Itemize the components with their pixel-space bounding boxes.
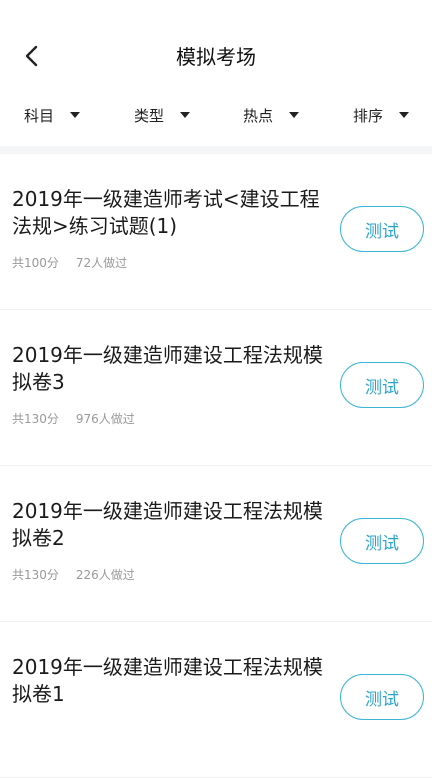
filter-label: 排序 — [353, 106, 384, 125]
page-title: 模拟考场 — [176, 45, 256, 69]
caret-down-icon — [399, 112, 410, 118]
exam-title: 2019年一级建造师建设工程法规模拟卷3 — [12, 343, 323, 394]
filter-label: 类型 — [134, 106, 165, 125]
section-divider — [0, 146, 432, 154]
filter-label: 热点 — [243, 106, 274, 125]
exam-item[interactable]: 2019年一级建造师建设工程法规模拟卷2 共130分 226人做过 测试 — [0, 466, 432, 622]
filter-type[interactable]: 类型 — [134, 100, 191, 130]
exam-item[interactable]: 2019年一级建造师考试<建设工程法规>练习试题(1) 共100分 72人做过 … — [0, 154, 432, 310]
exam-meta: 共130分 976人做过 — [12, 410, 135, 427]
test-button[interactable]: 测试 — [340, 206, 424, 252]
caret-down-icon — [180, 112, 191, 118]
test-button[interactable]: 测试 — [340, 362, 424, 408]
test-button[interactable]: 测试 — [340, 674, 424, 720]
caret-down-icon — [289, 112, 300, 118]
filter-label: 科目 — [24, 106, 55, 125]
exam-meta: 共130分 226人做过 — [12, 566, 135, 583]
exam-taken-count: 226人做过 — [75, 568, 135, 582]
test-button[interactable]: 测试 — [340, 518, 424, 564]
filter-bar: 科目 类型 热点 排序 — [0, 100, 432, 130]
exam-item[interactable]: 2019年一级建造师建设工程法规模拟卷1 测试 — [0, 622, 432, 778]
exam-taken-count: 976人做过 — [75, 412, 135, 426]
exam-list: 2019年一级建造师考试<建设工程法规>练习试题(1) 共100分 72人做过 … — [0, 154, 432, 778]
exam-title: 2019年一级建造师建设工程法规模拟卷1 — [12, 655, 323, 706]
exam-title: 2019年一级建造师考试<建设工程法规>练习试题(1) — [12, 187, 320, 238]
exam-score: 共130分 — [12, 568, 59, 582]
filter-sort[interactable]: 排序 — [353, 100, 410, 130]
exam-score: 共130分 — [12, 412, 59, 426]
filter-hot[interactable]: 热点 — [243, 100, 300, 130]
exam-title: 2019年一级建造师建设工程法规模拟卷2 — [12, 499, 323, 550]
filter-subject[interactable]: 科目 — [24, 100, 81, 130]
exam-score: 共100分 — [12, 256, 59, 270]
exam-item[interactable]: 2019年一级建造师建设工程法规模拟卷3 共130分 976人做过 测试 — [0, 310, 432, 466]
exam-meta: 共100分 72人做过 — [12, 254, 127, 271]
caret-down-icon — [70, 112, 81, 118]
exam-taken-count: 72人做过 — [75, 256, 128, 270]
header: 模拟考场 — [0, 0, 432, 95]
